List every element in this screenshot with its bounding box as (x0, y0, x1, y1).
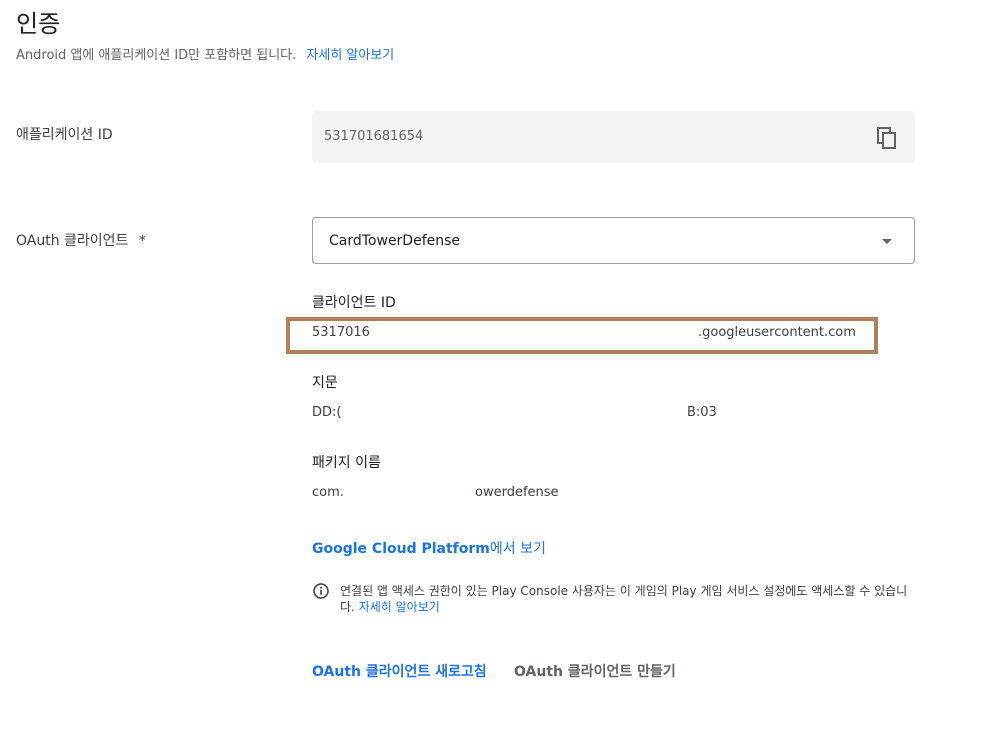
copy-icon[interactable] (877, 127, 897, 149)
package-name-label: 패키지 이름 (312, 455, 381, 471)
subtitle-text: Android 앱에 애플리케이션 ID만 포함하면 됩니다. (16, 48, 297, 63)
oauth-client-selected: CardTowerDefense (329, 233, 461, 249)
create-oauth-client-button[interactable]: OAuth 클라이언트 만들기 (514, 661, 676, 681)
fingerprint-value-end: B:03 (687, 405, 717, 420)
package-name-value-start: com. (312, 485, 344, 500)
fingerprint-value-start: DD:( (312, 405, 342, 420)
gcp-link-bold: Google Cloud Platform (312, 541, 490, 557)
fingerprint-label: 지문 (312, 375, 338, 391)
page-subtitle: Android 앱에 애플리케이션 ID만 포함하면 됩니다. 자세히 알아보기 (16, 44, 394, 63)
page-title: 인증 (16, 10, 61, 38)
required-mark: * (138, 233, 146, 249)
info-icon (313, 583, 329, 599)
info-learn-more-link[interactable]: 자세히 알아보기 (359, 600, 440, 614)
learn-more-link[interactable]: 자세히 알아보기 (306, 48, 394, 63)
oauth-client-label-text: OAuth 클라이언트 (16, 233, 129, 249)
oauth-client-label: OAuth 클라이언트 * (16, 230, 146, 250)
dropdown-arrow-icon (882, 239, 892, 244)
refresh-oauth-client-button[interactable]: OAuth 클라이언트 새로고침 (312, 661, 487, 681)
oauth-client-select[interactable]: CardTowerDefense (312, 217, 915, 264)
client-id-value-end: .googleusercontent.com (698, 325, 856, 340)
app-id-field: 531701681654 (312, 111, 915, 163)
app-id-value: 531701681654 (324, 129, 424, 144)
client-id-value-start: 5317016 (312, 325, 370, 340)
gcp-link-normal: 에서 보기 (489, 541, 546, 557)
info-message: 연결된 앱 액세스 권한이 있는 Play Console 사용자는 이 게임의… (340, 583, 910, 615)
view-in-gcp-link[interactable]: Google Cloud Platform에서 보기 (312, 538, 546, 558)
app-id-label: 애플리케이션 ID (16, 127, 113, 143)
client-id-label: 클라이언트 ID (312, 295, 396, 311)
package-name-value-end: owerdefense (475, 485, 559, 500)
